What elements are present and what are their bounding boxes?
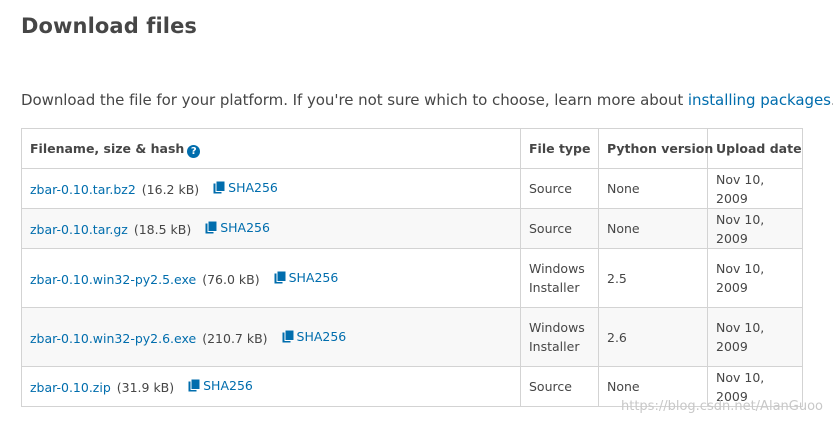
upload-date-cell: Nov 10, 2009 (707, 307, 803, 367)
copy-icon (205, 221, 218, 234)
copy-icon (188, 379, 201, 392)
file-size: (210.7 kB) (202, 330, 268, 346)
file-cell: zbar-0.10.zip (31.9 kB) SHA256 (21, 366, 521, 407)
sha256-label: SHA256 (296, 328, 347, 344)
file-size: (31.9 kB) (116, 380, 175, 395)
header-file-type: File type (520, 128, 599, 169)
intro-sentence: Download the file for your platform. If … (21, 91, 688, 109)
table-row: zbar-0.10.win32-py2.6.exe (210.7 kB) SHA… (21, 307, 803, 367)
python-version-cell: 2.5 (598, 248, 708, 308)
file-cell: zbar-0.10.tar.gz (18.5 kB) SHA256 (21, 208, 521, 249)
copy-icon (282, 329, 294, 342)
sha256-button[interactable]: SHA256 (205, 218, 270, 237)
upload-date-cell: Nov 10, 2009 (707, 208, 803, 249)
upload-date-cell: Nov 10, 2009 (707, 168, 803, 209)
file-size: (16.2 kB) (141, 182, 200, 197)
installing-packages-link[interactable]: installing packages (688, 91, 831, 109)
python-version-cell: 2.6 (598, 307, 708, 367)
watermark: https://blog.csdn.net/AlanGuoo (621, 399, 823, 414)
files-table: Filename, size & hash? File type Python … (21, 128, 803, 407)
sha256-label: SHA256 (220, 220, 270, 235)
question-circle-icon[interactable]: ? (187, 145, 201, 158)
header-filename-label: Filename, size & hash (30, 141, 185, 156)
file-cell: zbar-0.10.win32-py2.5.exe (76.0 kB) SHA2… (21, 248, 521, 308)
header-python-version: Python version (598, 128, 713, 169)
upload-date-cell: Nov 10, 2009 (707, 248, 803, 308)
sha256-label: SHA256 (203, 378, 253, 393)
file-size: (76.0 kB) (202, 271, 260, 287)
table-header-row: Filename, size & hash? File type Python … (21, 128, 803, 169)
file-link[interactable]: zbar-0.10.tar.bz2 (30, 182, 136, 197)
file-type-cell: Source (520, 208, 599, 249)
file-type-cell: Source (520, 366, 599, 407)
file-type-cell: Windows Installer (520, 248, 599, 308)
sha256-label: SHA256 (228, 180, 278, 195)
intro-text: Download the file for your platform. If … (21, 91, 833, 109)
header-upload-date: Upload date (707, 128, 803, 169)
sha256-label: SHA256 (288, 269, 339, 285)
file-cell: zbar-0.10.win32-py2.6.exe (210.7 kB) SHA… (21, 307, 521, 367)
copy-icon (274, 270, 286, 283)
file-type-cell: Source (520, 168, 599, 209)
file-link[interactable]: zbar-0.10.win32-py2.6.exe (30, 331, 196, 346)
table-row: zbar-0.10.tar.gz (18.5 kB) SHA256 Source… (21, 208, 803, 249)
table-row: zbar-0.10.win32-py2.5.exe (76.0 kB) SHA2… (21, 248, 803, 308)
table-row: zbar-0.10.tar.bz2 (16.2 kB) SHA256 Sourc… (21, 168, 803, 209)
file-link[interactable]: zbar-0.10.win32-py2.5.exe (30, 272, 196, 287)
file-cell: zbar-0.10.tar.bz2 (16.2 kB) SHA256 (21, 168, 521, 209)
sha256-button[interactable]: SHA256 (188, 376, 253, 395)
file-link[interactable]: zbar-0.10.zip (30, 380, 111, 395)
sha256-button[interactable]: SHA256 (282, 327, 347, 346)
python-version-cell: None (598, 168, 708, 209)
python-version-cell: None (598, 208, 708, 249)
page-title: Download files (21, 14, 198, 38)
file-link[interactable]: zbar-0.10.tar.gz (30, 222, 128, 237)
file-size: (18.5 kB) (133, 222, 192, 237)
sha256-button[interactable]: SHA256 (274, 268, 339, 287)
sha256-button[interactable]: SHA256 (213, 178, 278, 197)
copy-icon (213, 181, 226, 194)
file-type-cell: Windows Installer (520, 307, 599, 367)
header-filename: Filename, size & hash? (21, 128, 521, 169)
